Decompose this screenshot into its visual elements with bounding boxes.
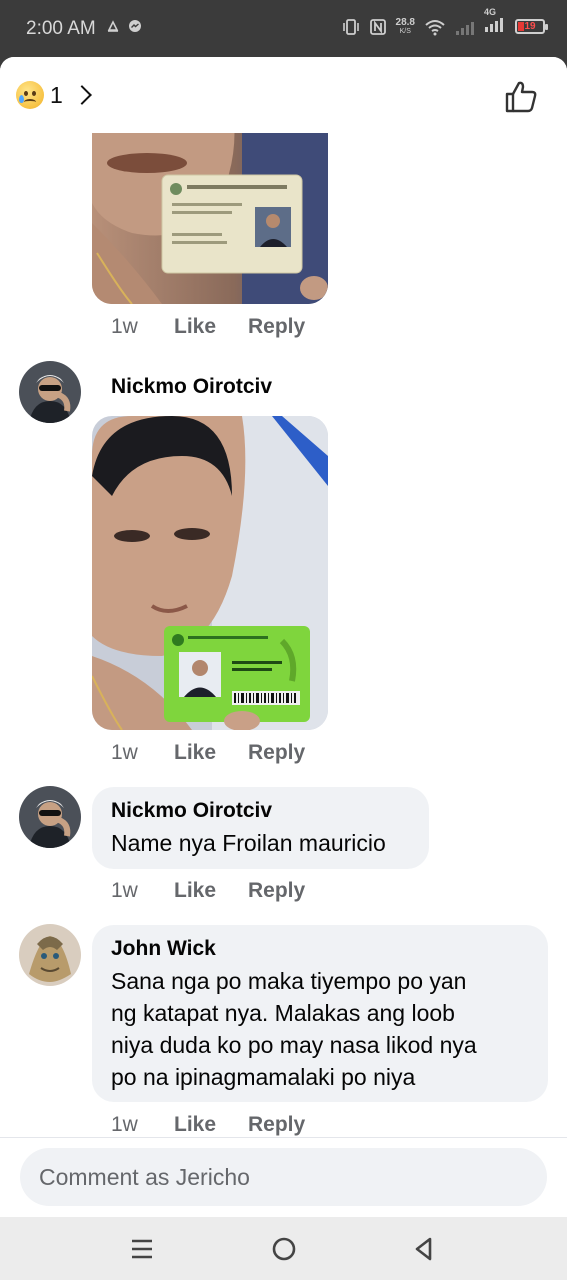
- thumbs-up-icon[interactable]: [503, 79, 539, 115]
- sad-reaction-icon: [16, 81, 44, 109]
- comment-4-meta: 1w Like Reply: [111, 1113, 305, 1137]
- green-id-card-selfie-image: [92, 416, 328, 730]
- battery-indicator: 19: [515, 19, 548, 34]
- reaction-summary[interactable]: 1: [16, 81, 92, 109]
- comment-4-text-line-2: ng katapat nya. Malakas ang loob: [111, 1000, 455, 1026]
- signal-weak-icon: [456, 21, 474, 35]
- comment-1-reply-button[interactable]: Reply: [248, 315, 305, 339]
- wifi-icon: [425, 19, 445, 35]
- comments-sheet: 1 1w Like Reply Nickmo Oirotciv 1w Like …: [0, 57, 567, 1217]
- comment-4-time: 1w: [111, 1113, 138, 1136]
- comment-photo-1[interactable]: [92, 103, 328, 304]
- chevron-right-icon: [71, 85, 92, 105]
- messenger-icon: [129, 20, 141, 32]
- avatar-image: [19, 924, 81, 986]
- comment-2-time: 1w: [111, 741, 138, 764]
- reaction-count: 1: [50, 81, 63, 108]
- comment-4-text-line-4: po na ipinagmamalaki po niya: [111, 1064, 416, 1090]
- alert-icon: [107, 20, 119, 32]
- avatar-image: [19, 786, 81, 848]
- comment-4-text-line-1: Sana nga po maka tiyempo po yan: [111, 968, 467, 994]
- comment-4-bubble[interactable]: John Wick Sana nga po maka tiyempo po ya…: [92, 925, 548, 1102]
- comment-photo-2[interactable]: [92, 416, 328, 730]
- comment-2-reply-button[interactable]: Reply: [248, 741, 305, 765]
- comment-composer: Comment as Jericho: [0, 1137, 567, 1217]
- comment-4-author[interactable]: John Wick: [111, 937, 216, 961]
- comment-3-author[interactable]: Nickmo Oirotciv: [111, 799, 272, 823]
- vibrate-icon: [342, 18, 359, 35]
- avatar-image: [19, 361, 81, 423]
- comment-3-bubble[interactable]: Nickmo Oirotciv Name nya Froilan maurici…: [92, 787, 429, 869]
- comment-1-time: 1w: [111, 315, 138, 338]
- avatar-nickmo[interactable]: [19, 786, 81, 848]
- comment-4-like-button[interactable]: Like: [174, 1113, 248, 1137]
- back-triangle-icon[interactable]: [410, 1235, 438, 1263]
- network-speed: 28.8 K/S: [395, 16, 415, 35]
- comment-2-meta: 1w Like Reply: [111, 741, 305, 765]
- id-card-selfie-image: [92, 103, 328, 304]
- comment-3-text-line-1: Name nya Froilan mauricio: [111, 830, 386, 856]
- status-time: 2:00 AM: [26, 18, 96, 39]
- nfc-icon: [369, 18, 386, 35]
- comment-4-reply-button[interactable]: Reply: [248, 1113, 305, 1137]
- system-navigation-bar: [0, 1217, 567, 1280]
- menu-icon[interactable]: [128, 1235, 156, 1263]
- comment-2-author[interactable]: Nickmo Oirotciv: [111, 375, 272, 399]
- comment-3-time: 1w: [111, 879, 138, 902]
- status-bar: 2:00 AM 28.8 K/S 4G 19: [0, 0, 567, 58]
- comment-4-text-line-3: niya duda ko po may nasa likod nya: [111, 1032, 477, 1058]
- comment-3-reply-button[interactable]: Reply: [248, 879, 305, 903]
- home-circle-icon[interactable]: [270, 1235, 298, 1263]
- signal-strong-icon: [485, 18, 503, 32]
- comment-input[interactable]: Comment as Jericho: [20, 1148, 547, 1206]
- comment-3-like-button[interactable]: Like: [174, 879, 248, 903]
- comment-1-like-button[interactable]: Like: [174, 315, 248, 339]
- comment-3-meta: 1w Like Reply: [111, 879, 305, 903]
- signal-4g: 4G: [484, 7, 506, 37]
- avatar-john-wick[interactable]: [19, 924, 81, 986]
- sheet-header: 1: [0, 57, 567, 133]
- avatar-nickmo[interactable]: [19, 361, 81, 423]
- comment-1-meta: 1w Like Reply: [111, 315, 305, 339]
- comment-2-like-button[interactable]: Like: [174, 741, 248, 765]
